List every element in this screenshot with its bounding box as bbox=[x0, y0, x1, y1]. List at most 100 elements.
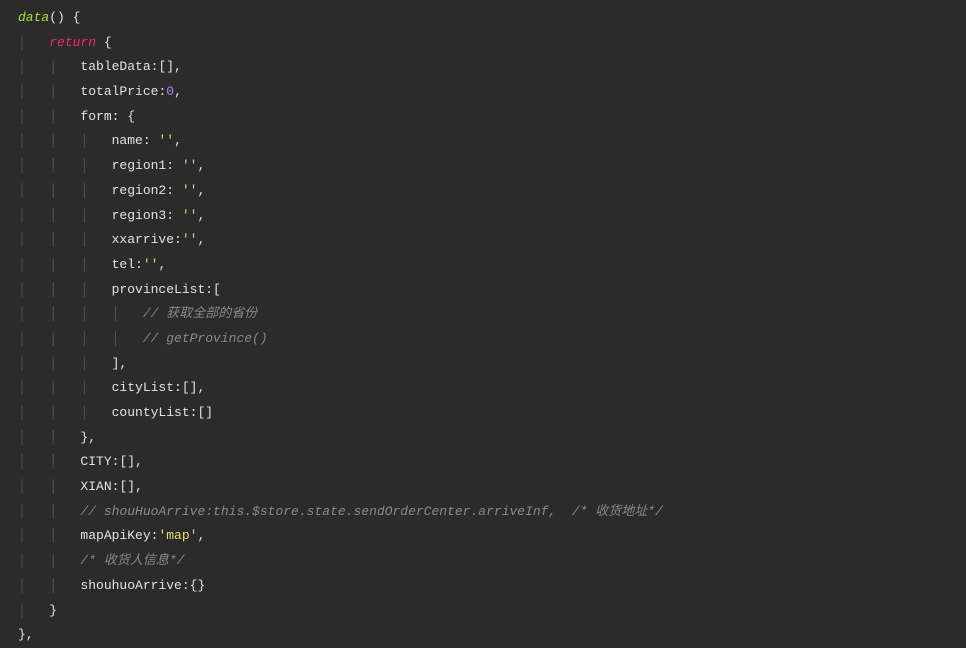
code-line: │ │ CITY:[], bbox=[0, 450, 966, 475]
code-token: XIAN bbox=[80, 479, 111, 494]
code-line: │ │ │ ], bbox=[0, 352, 966, 377]
code-token: // shouHuoArrive:this.$store.state.sendO… bbox=[80, 504, 663, 519]
code-line: │ │ shouhuoArrive:{} bbox=[0, 574, 966, 599]
code-token: : bbox=[143, 133, 159, 148]
code-token: '' bbox=[182, 208, 198, 223]
code-token: region1 bbox=[112, 158, 167, 173]
code-token: xxarrive bbox=[112, 232, 174, 247]
code-token: region2 bbox=[112, 183, 167, 198]
code-token: │ │ bbox=[18, 109, 80, 124]
code-token: │ bbox=[18, 603, 49, 618]
code-editor-view: data() { │ return { │ │ tableData:[], │ … bbox=[0, 6, 966, 648]
code-token: : { bbox=[112, 109, 135, 124]
code-token: │ │ │ │ bbox=[18, 306, 143, 321]
code-token: return bbox=[49, 35, 96, 50]
code-token: :[], bbox=[151, 59, 182, 74]
code-token: : bbox=[135, 257, 143, 272]
code-token: name bbox=[112, 133, 143, 148]
code-token: 0 bbox=[166, 84, 174, 99]
code-line: │ │ │ │ // getProvince() bbox=[0, 327, 966, 352]
code-token: '' bbox=[182, 232, 198, 247]
code-token: │ │ │ bbox=[18, 257, 112, 272]
code-token: countyList bbox=[112, 405, 190, 420]
code-line: │ │ │ xxarrive:'', bbox=[0, 228, 966, 253]
code-token: │ bbox=[18, 35, 49, 50]
code-token: : bbox=[166, 183, 182, 198]
code-token: // getProvince() bbox=[143, 331, 268, 346]
code-token: , bbox=[197, 528, 205, 543]
code-token: │ │ bbox=[18, 578, 80, 593]
code-token: :[] bbox=[190, 405, 213, 420]
code-line: }, bbox=[0, 623, 966, 648]
code-token: │ │ │ bbox=[18, 405, 112, 420]
code-token: : bbox=[166, 158, 182, 173]
code-token: , bbox=[174, 133, 182, 148]
code-line: │ │ │ │ // 获取全部的省份 bbox=[0, 302, 966, 327]
code-token: data bbox=[18, 10, 49, 25]
code-token: :[ bbox=[205, 282, 221, 297]
code-line: │ return { bbox=[0, 31, 966, 56]
code-token: │ │ │ bbox=[18, 380, 112, 395]
code-token: │ │ bbox=[18, 528, 80, 543]
code-line: │ │ │ cityList:[], bbox=[0, 376, 966, 401]
code-token: provinceList bbox=[112, 282, 206, 297]
code-token: │ │ │ │ bbox=[18, 331, 143, 346]
code-token: │ │ │ bbox=[18, 133, 112, 148]
code-line: │ │ │ name: '', bbox=[0, 129, 966, 154]
code-line: │ │ │ tel:'', bbox=[0, 253, 966, 278]
code-token: '' bbox=[182, 158, 198, 173]
code-token: } bbox=[49, 603, 57, 618]
code-token: :{} bbox=[182, 578, 205, 593]
code-token: '' bbox=[158, 133, 174, 148]
code-token: 'map' bbox=[158, 528, 197, 543]
code-token: , bbox=[158, 257, 166, 272]
code-token: }, bbox=[80, 430, 96, 445]
code-token: │ │ bbox=[18, 84, 80, 99]
code-line: │ │ │ region3: '', bbox=[0, 204, 966, 229]
code-line: │ │ mapApiKey:'map', bbox=[0, 524, 966, 549]
code-line: │ │ │ countyList:[] bbox=[0, 401, 966, 426]
code-token: , bbox=[197, 208, 205, 223]
code-line: data() { bbox=[0, 6, 966, 31]
code-line: │ │ /* 收货人信息*/ bbox=[0, 549, 966, 574]
code-token: │ │ │ bbox=[18, 208, 112, 223]
code-token: :[], bbox=[112, 454, 143, 469]
code-token: '' bbox=[182, 183, 198, 198]
code-token: tel bbox=[112, 257, 135, 272]
code-token: mapApiKey bbox=[80, 528, 150, 543]
code-line: │ } bbox=[0, 599, 966, 624]
code-token: │ │ bbox=[18, 553, 80, 568]
code-token: :[], bbox=[112, 479, 143, 494]
code-token: │ │ │ bbox=[18, 232, 112, 247]
code-token: │ │ bbox=[18, 504, 80, 519]
code-token: , bbox=[197, 183, 205, 198]
code-token: tableData bbox=[80, 59, 150, 74]
code-token: '' bbox=[143, 257, 159, 272]
code-line: │ │ tableData:[], bbox=[0, 55, 966, 80]
code-token: shouhuoArrive bbox=[80, 578, 181, 593]
code-token: │ │ bbox=[18, 59, 80, 74]
code-token: ], bbox=[112, 356, 128, 371]
code-token: totalPrice bbox=[80, 84, 158, 99]
code-token: │ │ │ bbox=[18, 356, 112, 371]
code-token: form bbox=[80, 109, 111, 124]
code-token: │ │ │ bbox=[18, 282, 112, 297]
code-line: │ │ }, bbox=[0, 426, 966, 451]
code-token: : bbox=[166, 208, 182, 223]
code-token: │ │ bbox=[18, 454, 80, 469]
code-token: │ │ bbox=[18, 430, 80, 445]
code-token: cityList bbox=[112, 380, 174, 395]
code-token: , bbox=[174, 84, 182, 99]
code-token: , bbox=[197, 232, 205, 247]
code-line: │ │ │ region1: '', bbox=[0, 154, 966, 179]
code-line: │ │ │ region2: '', bbox=[0, 179, 966, 204]
code-token: :[], bbox=[174, 380, 205, 395]
code-line: │ │ form: { bbox=[0, 105, 966, 130]
code-token: │ │ │ bbox=[18, 183, 112, 198]
code-line: │ │ totalPrice:0, bbox=[0, 80, 966, 105]
code-token: { bbox=[96, 35, 112, 50]
code-token: region3 bbox=[112, 208, 167, 223]
code-token: : bbox=[174, 232, 182, 247]
code-token: () { bbox=[49, 10, 80, 25]
code-token: , bbox=[197, 158, 205, 173]
